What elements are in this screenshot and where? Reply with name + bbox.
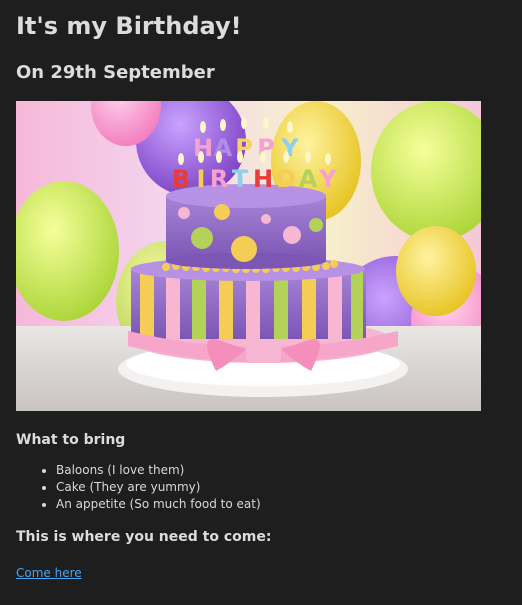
page-title: It's my Birthday! bbox=[16, 12, 242, 40]
date-heading: On 29th September bbox=[16, 62, 215, 83]
list-item: Cake (They are yummy) bbox=[56, 479, 506, 496]
svg-text:P: P bbox=[257, 134, 275, 162]
what-to-bring-heading: What to bring bbox=[16, 432, 126, 448]
svg-text:R: R bbox=[210, 165, 228, 193]
birthday-cake-image: H A P P Y B I R T H D A Y bbox=[16, 101, 481, 411]
svg-text:D: D bbox=[276, 165, 296, 193]
list-item: An appetite (So much food to eat) bbox=[56, 496, 506, 513]
bring-list: Baloons (I love them) Cake (They are yum… bbox=[16, 462, 506, 513]
svg-text:Y: Y bbox=[318, 165, 337, 193]
svg-text:A: A bbox=[299, 165, 318, 193]
come-here-link[interactable]: Come here bbox=[16, 565, 82, 581]
where-heading: This is where you need to come: bbox=[16, 529, 272, 545]
svg-text:B: B bbox=[172, 165, 190, 193]
svg-text:I: I bbox=[197, 165, 206, 193]
page: It's my Birthday! On 29th September H A … bbox=[0, 0, 522, 605]
list-item: Baloons (I love them) bbox=[56, 462, 506, 479]
svg-text:H: H bbox=[253, 165, 273, 193]
svg-text:T: T bbox=[232, 165, 249, 193]
